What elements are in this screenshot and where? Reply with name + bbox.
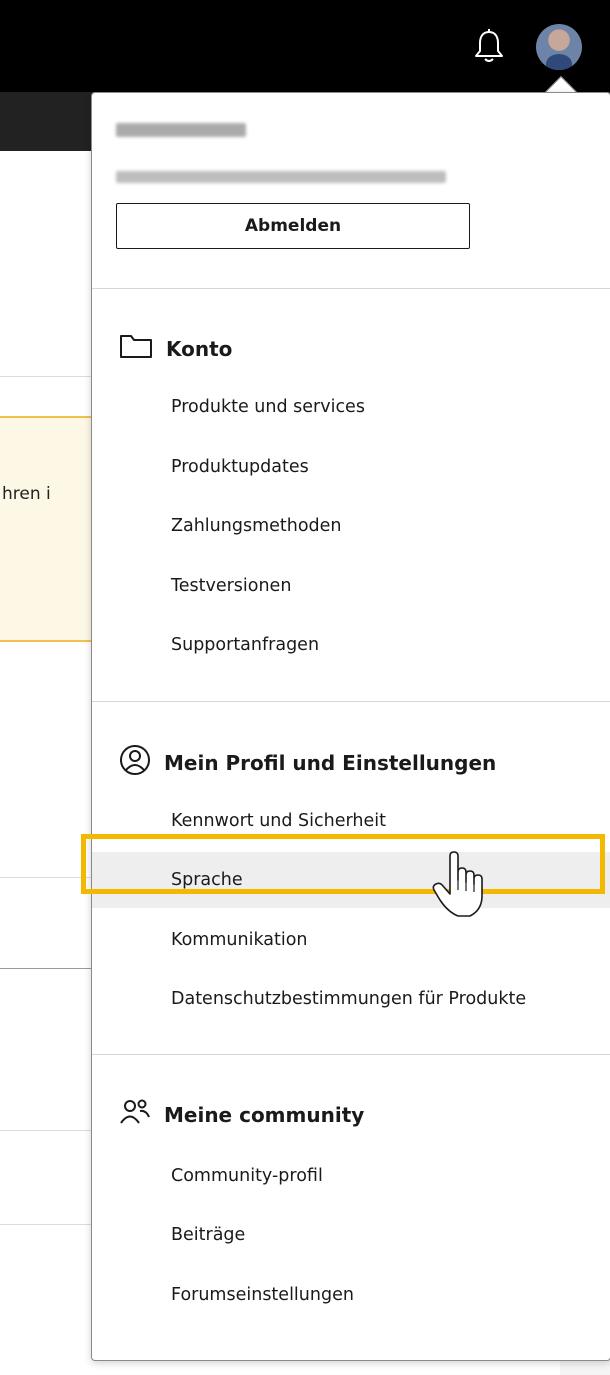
- people-icon: [118, 1096, 152, 1133]
- user-circle-icon: [118, 743, 152, 782]
- menu-divider: [92, 1054, 610, 1055]
- top-navigation-bar: [0, 0, 610, 92]
- page-divider: [0, 968, 92, 969]
- section-title: Konto: [166, 336, 233, 361]
- menu-divider: [92, 288, 610, 289]
- signout-button[interactable]: Abmelden: [116, 203, 470, 249]
- user-email-redacted: [116, 171, 446, 183]
- notice-banner-text: hren i: [2, 484, 51, 504]
- section-profile: Mein Profil und Einstellungen: [118, 743, 496, 782]
- notice-banner: [0, 416, 92, 642]
- user-avatar[interactable]: [536, 24, 582, 70]
- menu-item-communication[interactable]: Kommunikation: [92, 912, 610, 968]
- highlight-box: [81, 834, 605, 894]
- menu-item-privacy[interactable]: Datenschutzbestimmungen für Produkte: [92, 971, 610, 1027]
- page-divider: [0, 376, 92, 377]
- menu-item-trials[interactable]: Testversionen: [92, 558, 610, 614]
- section-account: Konto: [118, 332, 232, 365]
- menu-item-payment-methods[interactable]: Zahlungsmethoden: [92, 498, 610, 554]
- page-divider: [0, 1224, 92, 1225]
- bell-icon[interactable]: [472, 26, 506, 66]
- menu-item-community-profile[interactable]: Community-profil: [92, 1148, 610, 1204]
- account-dropdown-menu: Abmelden Konto Produkte und services Pro…: [91, 92, 610, 1361]
- menu-divider: [92, 701, 610, 702]
- menu-item-product-updates[interactable]: Produktupdates: [92, 439, 610, 495]
- hand-pointer-icon: [430, 850, 490, 920]
- menu-item-forum-settings[interactable]: Forumseinstellungen: [92, 1267, 610, 1323]
- menu-item-products[interactable]: Produkte und services: [92, 379, 610, 435]
- section-community: Meine community: [118, 1096, 364, 1133]
- folder-icon: [118, 332, 154, 365]
- user-name-redacted: [116, 123, 246, 137]
- page-divider: [0, 877, 92, 878]
- page-divider: [0, 1130, 92, 1131]
- menu-item-posts[interactable]: Beiträge: [92, 1207, 610, 1263]
- menu-item-support[interactable]: Supportanfragen: [92, 617, 610, 673]
- section-title: Meine community: [164, 1102, 365, 1127]
- section-title: Mein Profil und Einstellungen: [164, 750, 497, 775]
